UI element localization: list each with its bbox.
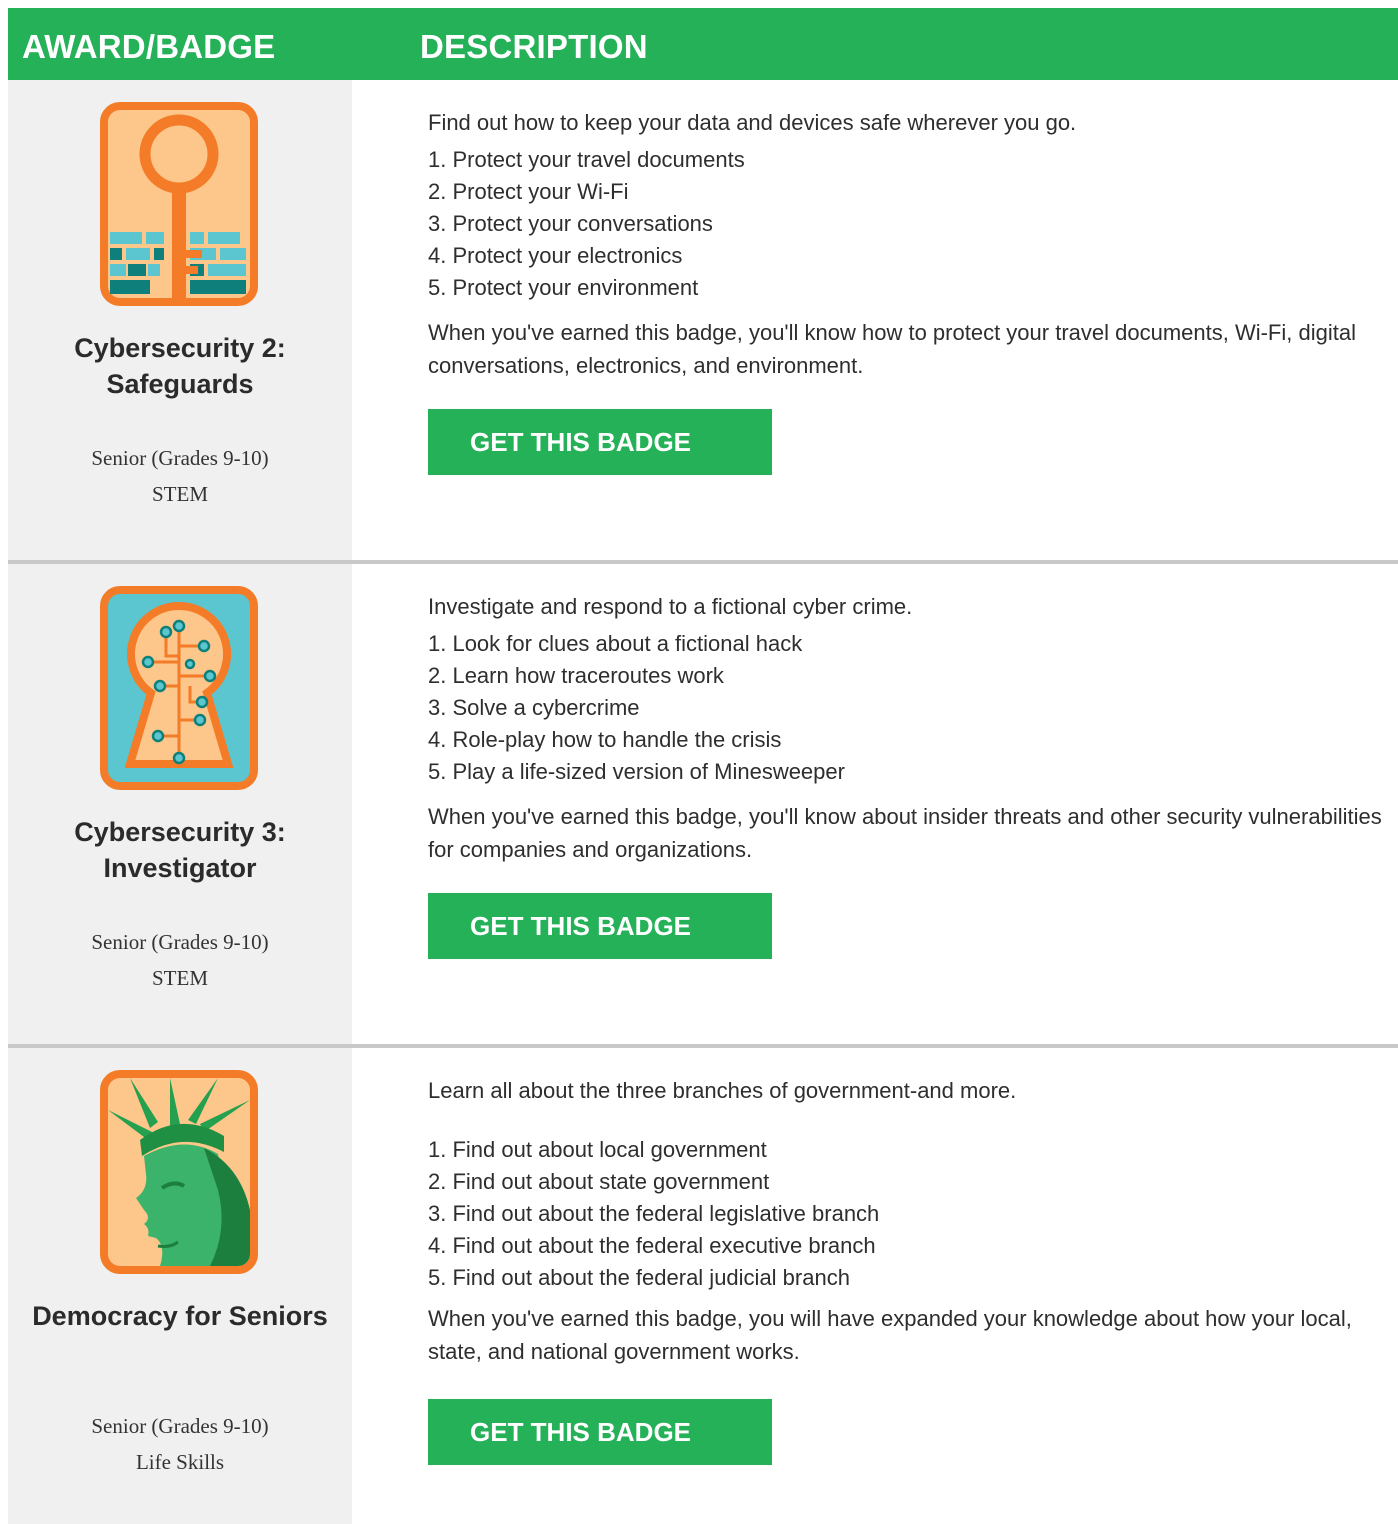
- badge-meta: Senior (Grades 9-10) STEM: [8, 924, 352, 996]
- get-this-badge-button[interactable]: GET THIS BADGE: [428, 1399, 772, 1465]
- statue-of-liberty-badge-icon: [100, 1070, 258, 1274]
- badge-outcome: When you've earned this badge, you will …: [428, 1306, 1352, 1364]
- get-this-badge-button[interactable]: GET THIS BADGE: [428, 893, 772, 959]
- list-item: 2. Find out about state government: [428, 1169, 770, 1194]
- description-cell: Investigate and respond to a fictional c…: [428, 564, 1398, 1044]
- badge-outcome: When you've earned this badge, you'll kn…: [428, 804, 1382, 862]
- badge-cell: Cybersecurity 3: Investigator Senior (Gr…: [8, 564, 352, 1044]
- badge-title: Democracy for Seniors: [32, 1301, 328, 1331]
- get-this-badge-button[interactable]: GET THIS BADGE: [428, 409, 772, 475]
- table-row: Cybersecurity 3: Investigator Senior (Gr…: [8, 564, 1398, 1048]
- badge-meta: Senior (Grades 9-10) STEM: [8, 440, 352, 512]
- badge-title: Cybersecurity 3: Investigator: [74, 817, 286, 883]
- badge-level: Senior (Grades 9-10): [91, 446, 269, 470]
- badge-cell: Democracy for Seniors Senior (Grades 9-1…: [8, 1048, 352, 1524]
- badge-intro: Find out how to keep your data and devic…: [428, 110, 1077, 135]
- table-row: Cybersecurity 2: Safeguards Senior (Grad…: [8, 80, 1398, 564]
- list-item: 5. Protect your environment: [428, 275, 699, 300]
- description-cell: Find out how to keep your data and devic…: [428, 80, 1398, 560]
- list-item: 5. Play a life-sized version of Mineswee…: [428, 759, 845, 784]
- badge-category: STEM: [151, 966, 208, 990]
- badge-level: Senior (Grades 9-10): [91, 1414, 269, 1438]
- header-description: DESCRIPTION: [420, 28, 648, 65]
- key-brick-wall-badge-icon: [100, 102, 258, 306]
- badge-level: Senior (Grades 9-10): [91, 930, 269, 954]
- badge-category: Life Skills: [135, 1450, 225, 1474]
- list-item: 4. Role-play how to handle the crisis: [428, 727, 782, 752]
- keyhole-circuit-badge-icon: [100, 586, 258, 790]
- list-item: 1. Protect your travel documents: [428, 147, 745, 172]
- list-item: 4. Find out about the federal executive …: [428, 1233, 876, 1258]
- badge-steps: 1. Protect your travel documents 2. Prot…: [428, 144, 745, 304]
- list-item: 2. Protect your Wi-Fi: [428, 179, 629, 204]
- badge-steps: 1. Look for clues about a fictional hack…: [428, 628, 845, 788]
- header-award-badge: AWARD/BADGE: [22, 28, 276, 65]
- badge-cell: Cybersecurity 2: Safeguards Senior (Grad…: [8, 80, 352, 560]
- list-item: 1. Find out about local government: [428, 1137, 767, 1162]
- description-cell: Learn all about the three branches of go…: [428, 1048, 1398, 1524]
- badge-table: AWARD/BADGE DESCRIPTION Cybersecurity 2:…: [0, 0, 1398, 1524]
- badge-title: Cybersecurity 2: Safeguards: [74, 333, 286, 399]
- table-header: AWARD/BADGE DESCRIPTION: [8, 8, 1398, 80]
- list-item: 3. Protect your conversations: [428, 211, 713, 236]
- list-item: 1. Look for clues about a fictional hack: [428, 631, 803, 656]
- list-item: 2. Learn how traceroutes work: [428, 663, 724, 688]
- list-item: 5. Find out about the federal judicial b…: [428, 1265, 850, 1290]
- list-item: 4. Protect your electronics: [428, 243, 683, 268]
- list-item: 3. Solve a cybercrime: [428, 695, 640, 720]
- badge-intro: Investigate and respond to a fictional c…: [428, 594, 913, 619]
- table-row: Democracy for Seniors Senior (Grades 9-1…: [8, 1048, 1398, 1524]
- badge-meta: Senior (Grades 9-10) Life Skills: [8, 1408, 352, 1480]
- badge-steps: 1. Find out about local government 2. Fi…: [428, 1134, 879, 1294]
- badge-intro: Learn all about the three branches of go…: [428, 1078, 1017, 1103]
- list-item: 3. Find out about the federal legislativ…: [428, 1201, 880, 1226]
- badge-outcome: When you've earned this badge, you'll kn…: [428, 320, 1356, 378]
- badge-category: STEM: [151, 482, 208, 506]
